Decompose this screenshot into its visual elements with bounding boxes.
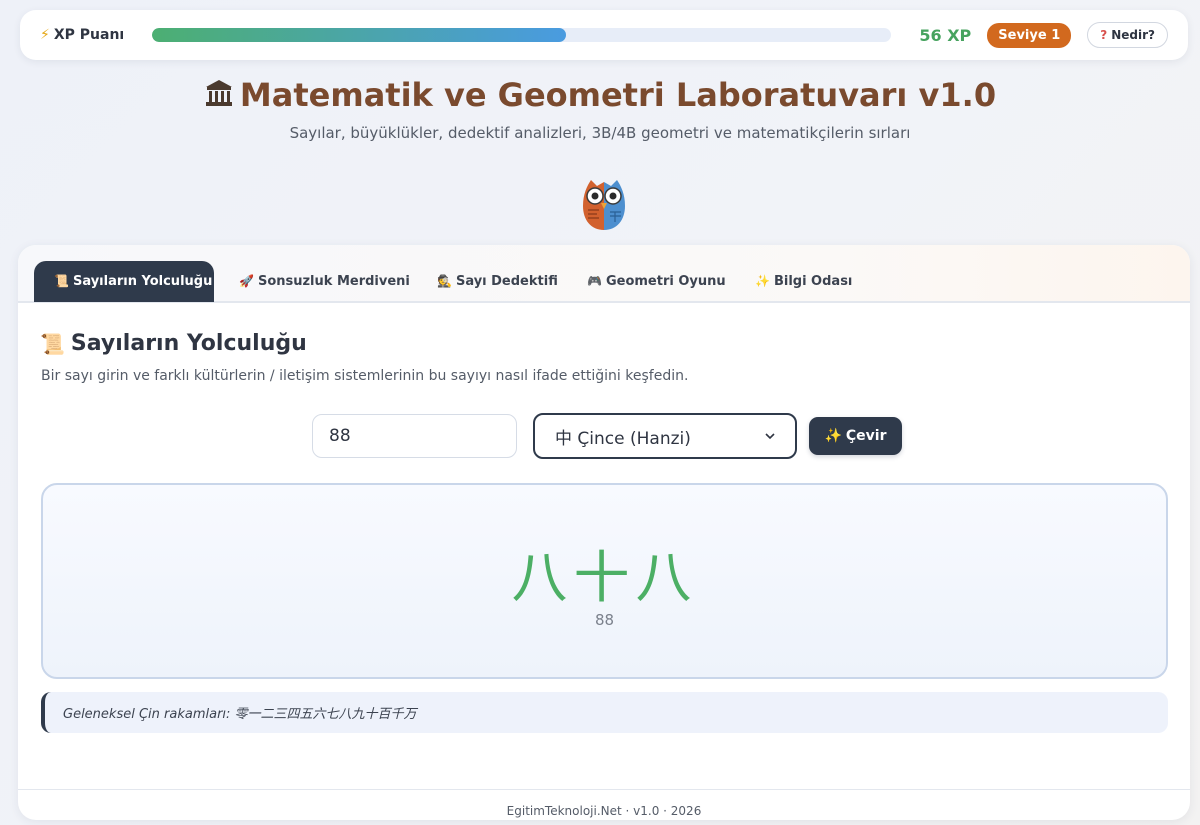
tab-bar: 📜 Sayıların Yolculuğu 🚀 Sonsuzluk Merdiven… xyxy=(18,245,1190,303)
help-button[interactable]: ? Nedir? xyxy=(1087,22,1168,48)
lightning-icon: ⚡ xyxy=(40,27,50,43)
convert-button[interactable]: ✨ Çevir xyxy=(809,417,902,455)
scroll-icon: 📜 xyxy=(40,331,65,356)
level-badge: Seviye 1 xyxy=(987,22,1072,48)
main-card: 📜 Sayıların Yolculuğu 🚀 Sonsuzluk Merdiven… xyxy=(18,245,1190,820)
gamepad-icon: 🎮 xyxy=(587,274,602,288)
xp-bar: ⚡ XP Puanı 56 XP Seviye 1 ? Nedir? xyxy=(20,10,1188,60)
convert-button-label: Çevir xyxy=(845,428,887,444)
sparkles-icon: ✨ xyxy=(755,274,770,288)
tab-label: Sayı Dedektifi xyxy=(455,274,558,289)
page-title-text: Matematik ve Geometri Laboratuvarı v1.0 xyxy=(239,76,997,114)
section-description: Bir sayı girin ve farklı kültürlerin / i… xyxy=(41,368,689,384)
xp-label-text: XP Puanı xyxy=(53,27,125,43)
help-button-label: Nedir? xyxy=(1111,28,1155,42)
classical-building-icon xyxy=(205,80,232,106)
tab-label: Bilgi Odası xyxy=(773,274,853,289)
rocket-icon: 🚀 xyxy=(239,274,254,288)
tab-sonsuzluk-merdiveni[interactable]: 🚀 Sonsuzluk Merdiveni xyxy=(219,261,430,302)
result-box: 八十八 88 xyxy=(41,483,1168,679)
page-title: Matematik ve Geometri Laboratuvarı v1.0 xyxy=(0,76,1200,114)
sparkles-icon: ✨ xyxy=(824,428,842,444)
numeral-system-select[interactable]: 中 Çince (Hanzi) xyxy=(533,413,797,459)
result-glyph: 八十八 xyxy=(511,546,698,611)
numeral-system-selected: 中 Çince (Hanzi) xyxy=(555,428,691,449)
tab-label: Sonsuzluk Merdiveni xyxy=(257,274,410,289)
tab-label: Geometri Oyunu xyxy=(605,274,726,289)
section-title: 📜 Sayıların Yolculuğu xyxy=(40,331,307,356)
tab-geometri-oyunu[interactable]: 🎮 Geometri Oyunu xyxy=(567,261,746,302)
tab-sayi-dedektifi[interactable]: 🕵 Sayı Dedektifi xyxy=(417,261,578,302)
chevron-down-icon xyxy=(765,433,775,440)
xp-label: ⚡ XP Puanı xyxy=(40,27,132,43)
owl-mascot-icon xyxy=(583,180,625,230)
result-number: 88 xyxy=(594,611,615,629)
tab-sayilarin-yolculugu[interactable]: 📜 Sayıların Yolculuğu xyxy=(34,261,214,302)
tab-bilgi-odasi[interactable]: ✨ Bilgi Odası xyxy=(735,261,872,302)
footer: EgitimTeknoloji.Net · v1.0 · 2026 xyxy=(18,789,1190,820)
section-title-text: Sayıların Yolculuğu xyxy=(70,331,307,356)
number-input[interactable] xyxy=(312,414,517,458)
page-subtitle: Sayılar, büyüklükler, dedektif analizler… xyxy=(289,124,911,142)
info-note: Geleneksel Çin rakamları: 零一二三四五六七八九十百千万 xyxy=(41,692,1168,733)
tab-label: Sayıların Yolculuğu xyxy=(72,274,213,289)
xp-progress-track xyxy=(151,28,892,42)
question-icon: ? xyxy=(1100,28,1108,42)
xp-progress-fill xyxy=(151,28,567,42)
detective-icon: 🕵 xyxy=(437,274,452,288)
xp-value: 56 XP xyxy=(919,25,972,45)
scroll-icon: 📜 xyxy=(54,274,69,288)
